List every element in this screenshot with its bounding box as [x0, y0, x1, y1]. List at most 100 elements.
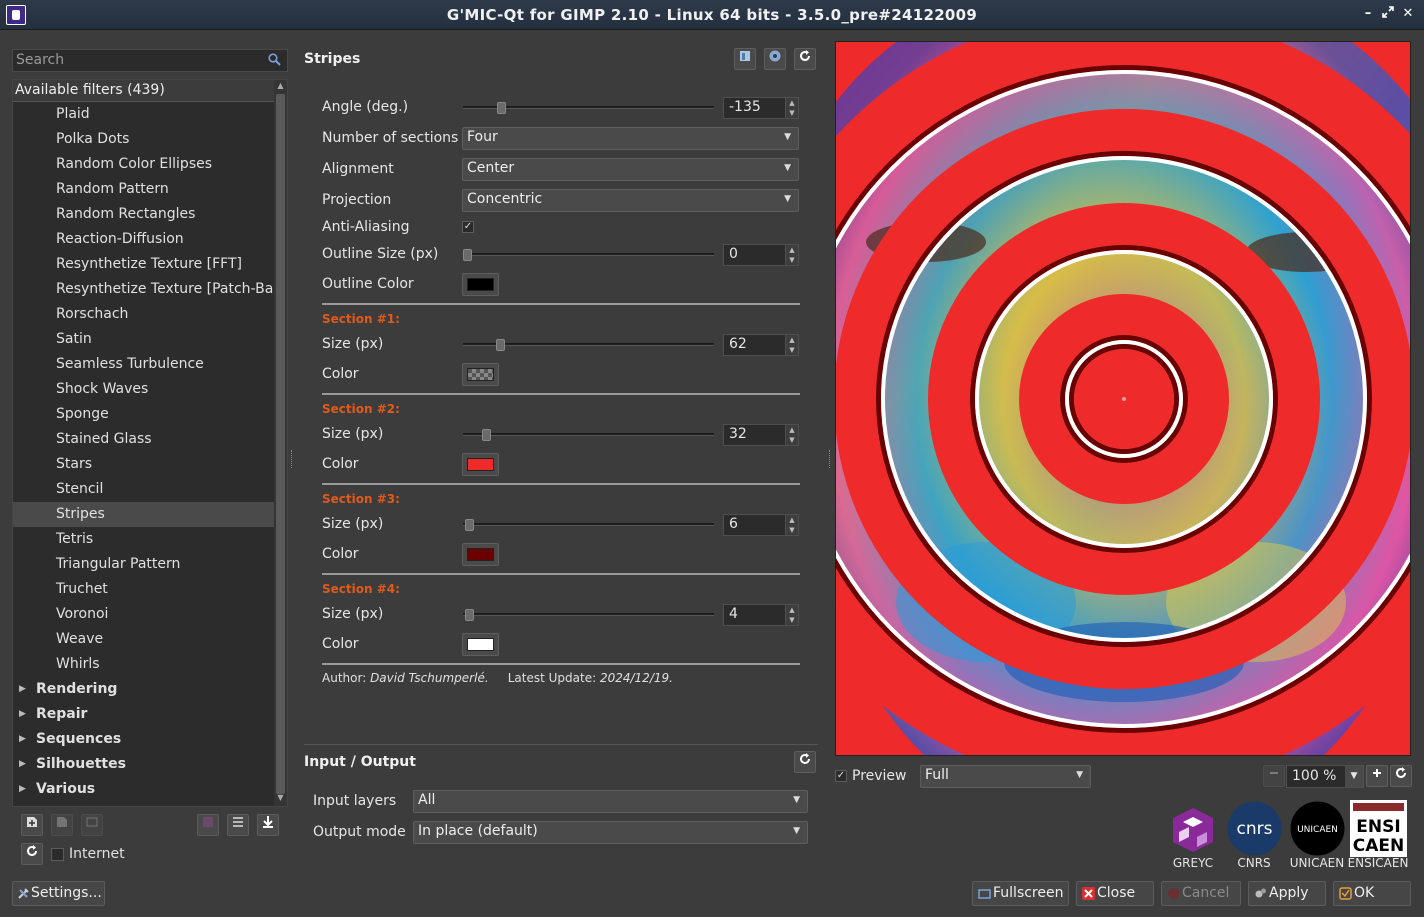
filter-item[interactable]: Resynthetize Texture [Patch-Bas	[13, 277, 275, 302]
preview-mode-select[interactable]: Full ▼	[920, 765, 1091, 788]
close-window-icon[interactable]: ✕	[1400, 6, 1416, 22]
outline-size-spinbox[interactable]: 0 ▲ ▼	[723, 244, 799, 266]
expand-arrow-icon[interactable]: ▶	[19, 702, 26, 727]
filter-item[interactable]: Polka Dots	[13, 127, 275, 152]
filter-folder[interactable]: ▶ Various	[13, 777, 275, 802]
filter-item[interactable]: Random Pattern	[13, 177, 275, 202]
input-layers-select[interactable]: All ▼	[413, 790, 808, 813]
section-size-slider-handle[interactable]	[495, 339, 505, 351]
zoom-in-button[interactable]	[1366, 765, 1388, 787]
filter-item[interactable]: Resynthetize Texture [FFT]	[13, 252, 275, 277]
filter-item[interactable]: Random Rectangles	[13, 202, 275, 227]
filter-item[interactable]: Satin	[13, 327, 275, 352]
expand-arrow-icon[interactable]: ▶	[19, 777, 26, 802]
expand-arrow-icon[interactable]: ▶	[19, 677, 26, 702]
filter-item[interactable]: Shock Waves	[13, 377, 275, 402]
section-size-slider[interactable]	[463, 519, 714, 531]
filter-item[interactable]: Voronoi	[13, 602, 275, 627]
io-splitter[interactable]	[304, 744, 818, 745]
angle-spinbox[interactable]: -135 ▲ ▼	[723, 97, 799, 119]
filter-tree[interactable]: Available filters (439) Plaid Polka Dots R…	[12, 79, 288, 807]
minimize-icon[interactable]: –	[1360, 6, 1376, 22]
filter-folder[interactable]: ▶ Repair	[13, 702, 275, 727]
filter-item[interactable]: Stars	[13, 452, 275, 477]
cancel-button[interactable]: Cancel	[1161, 881, 1241, 906]
spin-arrows-icon[interactable]: ▲ ▼	[785, 245, 798, 265]
outline-size-slider[interactable]	[463, 249, 714, 261]
section-size-slider[interactable]	[463, 339, 714, 351]
expand-arrow-icon[interactable]: ▶	[19, 752, 26, 777]
section-size-slider-handle[interactable]	[482, 429, 492, 441]
filter-item[interactable]: Random Color Ellipses	[13, 152, 275, 177]
maximize-icon[interactable]	[1380, 6, 1396, 22]
reset-params-button[interactable]	[794, 48, 816, 70]
preview-checkbox[interactable]: ✓	[835, 770, 847, 782]
rename-fave-button[interactable]	[81, 814, 103, 836]
antialiasing-checkbox[interactable]: ✓	[462, 221, 474, 233]
download-button[interactable]	[257, 814, 279, 836]
randomize-button[interactable]	[764, 48, 786, 70]
filter-item[interactable]: Sponge	[13, 402, 275, 427]
filter-folder[interactable]: ▶ Rendering	[13, 677, 275, 702]
section-size-slider[interactable]	[463, 609, 714, 621]
refresh-preview-button[interactable]	[1390, 765, 1412, 787]
alignment-select[interactable]: Center ▼	[462, 158, 799, 181]
section-size-spinbox[interactable]: 4 ▲ ▼	[723, 604, 799, 626]
filter-folder[interactable]: ▶ Sequences	[13, 727, 275, 752]
filter-item[interactable]: Rorschach	[13, 302, 275, 327]
right-splitter-handle[interactable]	[829, 450, 832, 468]
spin-arrows-icon[interactable]: ▲ ▼	[785, 335, 798, 355]
internet-checkbox[interactable]	[51, 848, 64, 861]
section-color-button[interactable]	[462, 543, 499, 566]
spin-arrows-icon[interactable]: ▲ ▼	[785, 98, 798, 118]
section-size-slider-handle[interactable]	[465, 519, 475, 531]
section-size-slider-handle[interactable]	[464, 609, 474, 621]
reset-io-button[interactable]	[794, 751, 816, 773]
scroll-up-icon[interactable]: ▲	[274, 81, 287, 93]
filter-item[interactable]: Reaction-Diffusion	[13, 227, 275, 252]
section-color-button[interactable]	[462, 363, 499, 386]
angle-slider[interactable]	[463, 102, 714, 114]
left-splitter-handle[interactable]	[291, 450, 294, 468]
ok-button[interactable]: OK	[1333, 881, 1411, 906]
section-color-button[interactable]	[462, 453, 499, 476]
settings-button[interactable]: Settings...	[12, 881, 105, 906]
filter-item[interactable]: Seamless Turbulence	[13, 352, 275, 377]
filter-item[interactable]: Stencil	[13, 477, 275, 502]
spin-arrows-icon[interactable]: ▲ ▼	[785, 605, 798, 625]
section-size-spinbox[interactable]: 32 ▲ ▼	[723, 424, 799, 446]
spin-arrows-icon[interactable]: ▲ ▼	[785, 425, 798, 445]
apply-button[interactable]: Apply	[1248, 881, 1326, 906]
filter-item[interactable]: Truchet	[13, 577, 275, 602]
filter-item[interactable]: Plaid	[13, 102, 275, 127]
section-size-slider[interactable]	[463, 429, 714, 441]
filter-item[interactable]: Tetris	[13, 527, 275, 552]
zoom-out-button[interactable]	[1263, 765, 1285, 787]
scroll-down-icon[interactable]: ▼	[274, 793, 287, 805]
filter-item[interactable]: Weave	[13, 627, 275, 652]
refresh-filters-button[interactable]	[21, 843, 43, 865]
filter-item[interactable]: Stripes	[13, 502, 275, 527]
sections-select[interactable]: Four ▼	[462, 127, 799, 150]
filter-folder[interactable]: ▶ Silhouettes	[13, 752, 275, 777]
search-input[interactable]: Search	[12, 49, 288, 72]
filter-item[interactable]: Stained Glass	[13, 427, 275, 452]
spin-arrows-icon[interactable]: ▲ ▼	[785, 515, 798, 535]
filter-tree-scrollbar[interactable]: ▲ ▼	[274, 80, 287, 806]
scrollbar-thumb[interactable]	[276, 94, 285, 794]
zoom-select[interactable]: 100 % ▼	[1286, 765, 1364, 788]
copy-command-button[interactable]	[734, 48, 756, 70]
section-color-button[interactable]	[462, 633, 499, 656]
remove-fave-button[interactable]	[51, 814, 73, 836]
expand-arrow-icon[interactable]: ▶	[19, 727, 26, 752]
outline-color-button[interactable]	[462, 273, 499, 296]
visibility-button[interactable]	[197, 814, 219, 836]
section-size-spinbox[interactable]: 62 ▲ ▼	[723, 334, 799, 356]
outline-size-slider-handle[interactable]	[463, 249, 472, 261]
fullscreen-button[interactable]: Fullscreen	[972, 881, 1069, 906]
close-button[interactable]: Close	[1076, 881, 1154, 906]
add-fave-button[interactable]	[21, 814, 43, 836]
projection-select[interactable]: Concentric ▼	[462, 189, 799, 212]
preview-image[interactable]	[835, 41, 1411, 756]
filter-item[interactable]: Triangular Pattern	[13, 552, 275, 577]
